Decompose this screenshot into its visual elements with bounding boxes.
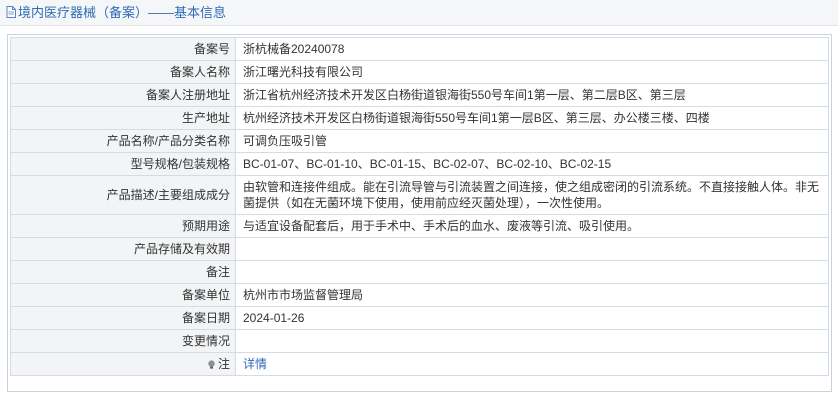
field-value: 可调负压吸引管 — [235, 129, 829, 153]
field-value: 2024-01-26 — [235, 306, 829, 330]
table-row: 注 详情 — [10, 352, 829, 376]
field-label: 备注 — [10, 260, 236, 284]
field-label-note: 注 — [10, 352, 236, 376]
field-value — [235, 329, 829, 353]
page-title: 境内医疗器械（备案）——基本信息 — [18, 5, 227, 20]
table-row: 产品名称/产品分类名称 可调负压吸引管 — [10, 129, 829, 153]
field-label: 生产地址 — [10, 106, 236, 130]
field-label: 产品名称/产品分类名称 — [10, 129, 236, 153]
field-label: 备案人注册地址 — [10, 83, 236, 107]
field-value: 浙杭械备20240078 — [235, 37, 829, 61]
table-row: 产品描述/主要组成成分 由软管和连接件组成。能在引流导管与引流装置之间连接，使之… — [10, 175, 829, 215]
field-label: 产品描述/主要组成成分 — [10, 175, 236, 215]
field-value — [235, 260, 829, 284]
table-row: 变更情况 — [10, 329, 829, 353]
table-row: 备案号 浙杭械备20240078 — [10, 37, 829, 61]
table-row: 型号规格/包装规格 BC-01-07、BC-01-10、BC-01-15、BC-… — [10, 152, 829, 176]
field-label: 备案人名称 — [10, 60, 236, 84]
field-label: 型号规格/包装规格 — [10, 152, 236, 176]
table-row: 产品存储及有效期 — [10, 237, 829, 261]
table-row: 备案日期 2024-01-26 — [10, 306, 829, 330]
field-value: 杭州经济技术开发区白杨街道银海街550号车间1第一层B区、第三层、办公楼三楼、四… — [235, 106, 829, 130]
field-value: BC-01-07、BC-01-10、BC-01-15、BC-02-07、BC-0… — [235, 152, 829, 176]
table-row: 备案人名称 浙江曙光科技有限公司 — [10, 60, 829, 84]
field-label: 变更情况 — [10, 329, 236, 353]
field-label: 产品存储及有效期 — [10, 237, 236, 261]
field-label: 备案号 — [10, 37, 236, 61]
field-value: 杭州市市场监督管理局 — [235, 283, 829, 307]
info-panel: 备案号 浙杭械备20240078 备案人名称 浙江曙光科技有限公司 备案人注册地… — [7, 34, 832, 392]
field-value: 浙江省杭州经济技术开发区白杨街道银海街550号车间1第一层、第二层B区、第三层 — [235, 83, 829, 107]
page-header: 境内医疗器械（备案）——基本信息 — [0, 0, 838, 26]
table-row: 备案单位 杭州市市场监督管理局 — [10, 283, 829, 307]
field-value — [235, 237, 829, 261]
detail-link[interactable]: 详情 — [243, 357, 267, 371]
lamp-icon — [208, 360, 215, 369]
field-label: 预期用途 — [10, 214, 236, 238]
field-label: 备案单位 — [10, 283, 236, 307]
table-row: 备案人注册地址 浙江省杭州经济技术开发区白杨街道银海街550号车间1第一层、第二… — [10, 83, 829, 107]
document-icon — [6, 6, 16, 18]
table-row: 预期用途 与适宜设备配套后，用于手术中、手术后的血水、废液等引流、吸引使用。 — [10, 214, 829, 238]
table-row: 备注 — [10, 260, 829, 284]
note-label: 注 — [217, 357, 230, 371]
info-table: 备案号 浙杭械备20240078 备案人名称 浙江曙光科技有限公司 备案人注册地… — [10, 37, 829, 376]
table-row: 生产地址 杭州经济技术开发区白杨街道银海街550号车间1第一层B区、第三层、办公… — [10, 106, 829, 130]
field-value: 详情 — [235, 352, 829, 376]
field-value: 浙江曙光科技有限公司 — [235, 60, 829, 84]
field-value: 与适宜设备配套后，用于手术中、手术后的血水、废液等引流、吸引使用。 — [235, 214, 829, 238]
field-label: 备案日期 — [10, 306, 236, 330]
field-value: 由软管和连接件组成。能在引流导管与引流装置之间连接，使之组成密闭的引流系统。不直… — [235, 175, 829, 215]
